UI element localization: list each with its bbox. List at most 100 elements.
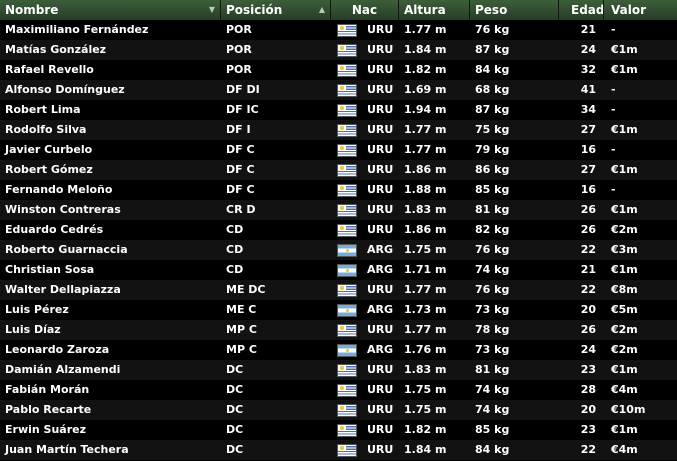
player-name[interactable]: Robert Gómez — [0, 160, 221, 180]
player-name[interactable]: Erwin Suárez — [0, 420, 221, 440]
player-age: 41 — [580, 83, 596, 96]
table-row[interactable]: Robert Lima DF IC URU 1.94 m 87 kg 34 - — [0, 100, 677, 120]
table-row[interactable]: Rafael Revello POR URU 1.82 m 84 kg 32 €… — [0, 60, 677, 80]
table-row[interactable]: Fernando Meloño DF C URU 1.88 m 85 kg 16… — [0, 180, 677, 200]
nationality-code: URU — [367, 283, 394, 296]
table-row[interactable]: Alfonso Domínguez DF DI URU 1.69 m 68 kg… — [0, 80, 677, 100]
player-name[interactable]: Matías González — [0, 40, 221, 60]
column-header-posicion[interactable]: Posición ▲ — [221, 0, 331, 20]
player-age: 24 — [580, 343, 596, 356]
table-row[interactable]: Fabián Morán DC URU 1.75 m 74 kg 28 €4m — [0, 380, 677, 400]
player-name[interactable]: Luis Díaz — [0, 320, 221, 340]
player-nationality: URU — [331, 120, 399, 140]
player-nationality: URU — [331, 400, 399, 420]
player-age: 28 — [580, 383, 596, 396]
table-row[interactable]: Erwin Suárez DC URU 1.82 m 85 kg 23 €1m — [0, 420, 677, 440]
table-row[interactable]: Luis Pérez ME C ARG 1.73 m 73 kg 20 €5m — [0, 300, 677, 320]
column-header-peso[interactable]: Peso — [470, 0, 559, 20]
player-name[interactable]: Leonardo Zaroza — [0, 340, 221, 360]
table-row[interactable]: Maximiliano Fernández POR URU 1.77 m 76 … — [0, 20, 677, 40]
table-row[interactable]: Juan Martín Techera DC URU 1.84 m 84 kg … — [0, 440, 677, 460]
player-position: DF I — [226, 123, 251, 136]
table-row[interactable]: Matías González POR URU 1.84 m 87 kg 24 … — [0, 40, 677, 60]
table-row[interactable]: Javier Curbelo DF C URU 1.77 m 79 kg 16 … — [0, 140, 677, 160]
table-row[interactable]: Eduardo Cedrés CD URU 1.86 m 82 kg 26 €2… — [0, 220, 677, 240]
player-height: 1.82 m — [404, 423, 447, 436]
nationality-code: URU — [367, 423, 394, 436]
nationality-code: ARG — [367, 263, 394, 276]
sun-icon — [340, 185, 344, 190]
player-name[interactable]: Rodolfo Silva — [0, 120, 221, 140]
player-name[interactable]: Javier Curbelo — [0, 140, 221, 160]
column-header-nac[interactable]: Nac — [331, 0, 399, 20]
sun-icon — [340, 425, 344, 430]
table-row[interactable]: Pablo Recarte DC URU 1.75 m 74 kg 20 €10… — [0, 400, 677, 420]
table-row[interactable]: Robert Gómez DF C URU 1.86 m 86 kg 27 €1… — [0, 160, 677, 180]
player-nationality: ARG — [331, 340, 399, 360]
player-value: €3m — [611, 243, 638, 256]
player-value: - — [611, 183, 616, 196]
nationality-code: ARG — [367, 343, 394, 356]
player-name[interactable]: Luis Pérez — [0, 300, 221, 320]
player-name[interactable]: Fernando Meloño — [0, 180, 221, 200]
sun-icon — [340, 125, 344, 130]
player-height: 1.94 m — [404, 103, 447, 116]
player-name[interactable]: Walter Dellapiazza — [0, 280, 221, 300]
player-position: POR — [226, 63, 252, 76]
player-name[interactable]: Christian Sosa — [0, 260, 221, 280]
table-row[interactable]: Rodolfo Silva DF I URU 1.77 m 75 kg 27 €… — [0, 120, 677, 140]
table-header: Nombre ▼ Posición ▲ Nac Altura Peso Edad… — [0, 0, 677, 20]
player-name[interactable]: Roberto Guarnaccia — [0, 240, 221, 260]
player-name[interactable]: Alfonso Domínguez — [0, 80, 221, 100]
player-name[interactable]: Juan Martín Techera — [0, 440, 221, 460]
player-name[interactable]: Rafael Revello — [0, 60, 221, 80]
player-height: 1.83 m — [404, 363, 447, 376]
uru-flag-icon — [337, 403, 357, 417]
table-row[interactable]: Luis Díaz MP C URU 1.77 m 78 kg 26 €2m — [0, 320, 677, 340]
player-name[interactable]: Fabián Morán — [0, 380, 221, 400]
player-height: 1.69 m — [404, 83, 447, 96]
player-weight: 85 kg — [475, 423, 510, 436]
player-value: €1m — [611, 203, 638, 216]
sun-icon — [345, 248, 349, 252]
table-row[interactable]: Winston Contreras CR D URU 1.83 m 81 kg … — [0, 200, 677, 220]
player-nationality: URU — [331, 60, 399, 80]
uru-flag-icon — [337, 423, 357, 437]
sun-icon — [340, 225, 344, 230]
player-name[interactable]: Winston Contreras — [0, 200, 221, 220]
table-row[interactable]: Leonardo Zaroza MP C ARG 1.76 m 73 kg 24… — [0, 340, 677, 360]
table-row[interactable]: Christian Sosa CD ARG 1.71 m 74 kg 21 €1… — [0, 260, 677, 280]
player-nationality: URU — [331, 40, 399, 60]
player-weight: 75 kg — [475, 123, 510, 136]
table-row[interactable]: Roberto Guarnaccia CD ARG 1.75 m 76 kg 2… — [0, 240, 677, 260]
player-position: CR D — [226, 203, 256, 216]
player-position: DF DI — [226, 83, 260, 96]
player-age: 23 — [580, 423, 596, 436]
column-header-edad[interactable]: Edad — [559, 0, 604, 20]
player-height: 1.77 m — [404, 23, 447, 36]
nationality-code: URU — [367, 63, 394, 76]
arg-flag-icon — [337, 303, 357, 317]
player-name[interactable]: Robert Lima — [0, 100, 221, 120]
player-position: DF C — [226, 163, 255, 176]
table-row[interactable]: Damián Alzamendi DC URU 1.83 m 81 kg 23 … — [0, 360, 677, 380]
player-position: CD — [226, 223, 244, 236]
player-weight: 87 kg — [475, 103, 510, 116]
sun-icon — [345, 308, 349, 312]
uru-flag-icon — [337, 363, 357, 377]
sun-icon — [345, 348, 349, 352]
uru-flag-icon — [337, 383, 357, 397]
player-name[interactable]: Maximiliano Fernández — [0, 20, 221, 40]
nationality-code: URU — [367, 23, 394, 36]
player-name[interactable]: Damián Alzamendi — [0, 360, 221, 380]
player-name[interactable]: Pablo Recarte — [0, 400, 221, 420]
column-header-altura[interactable]: Altura — [399, 0, 470, 20]
player-position: DC — [226, 443, 244, 456]
player-name[interactable]: Eduardo Cedrés — [0, 220, 221, 240]
player-value: €8m — [611, 283, 638, 296]
column-header-nombre[interactable]: Nombre ▼ — [0, 0, 221, 20]
table-row[interactable]: Walter Dellapiazza ME DC URU 1.77 m 76 k… — [0, 280, 677, 300]
player-position: DC — [226, 383, 244, 396]
column-header-valor[interactable]: Valor — [604, 0, 677, 20]
nationality-code: URU — [367, 183, 394, 196]
